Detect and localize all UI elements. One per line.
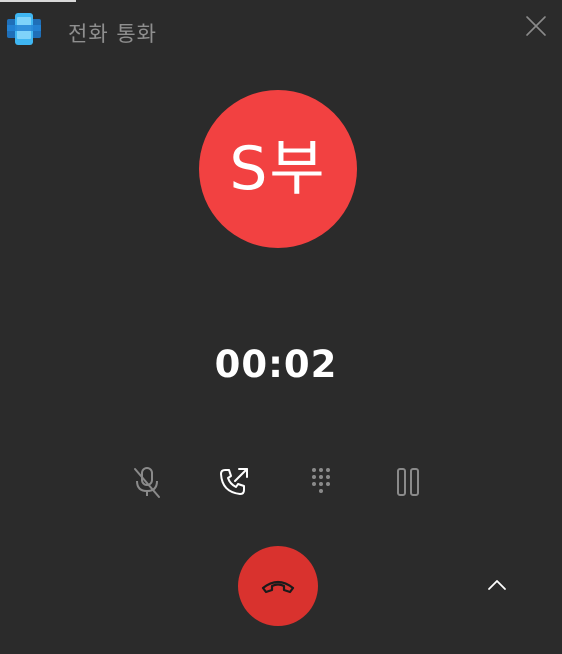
transfer-button[interactable] — [212, 460, 256, 504]
keypad-button[interactable] — [299, 460, 343, 504]
caller-avatar: S부 — [199, 90, 357, 248]
phone-link-app-icon — [6, 12, 42, 46]
hold-button[interactable] — [386, 460, 430, 504]
mute-button[interactable] — [125, 460, 169, 504]
hang-up-button[interactable] — [238, 546, 318, 626]
caller-initials: S부 — [229, 134, 327, 204]
expand-button[interactable] — [480, 568, 514, 602]
dialpad-icon — [312, 468, 330, 493]
close-button[interactable] — [520, 10, 552, 42]
pause-icon — [397, 468, 419, 496]
title-bar: 전화 통화 — [0, 0, 562, 60]
phone-transfer-icon — [220, 468, 248, 495]
window-title: 전화 통화 — [68, 22, 157, 46]
phone-hang-up-icon — [261, 580, 295, 594]
chevron-up-icon — [488, 580, 506, 590]
window-top-edge — [0, 0, 76, 2]
microphone-off-icon — [134, 467, 160, 498]
call-duration: 00:02 — [214, 343, 338, 386]
close-icon — [526, 16, 546, 36]
